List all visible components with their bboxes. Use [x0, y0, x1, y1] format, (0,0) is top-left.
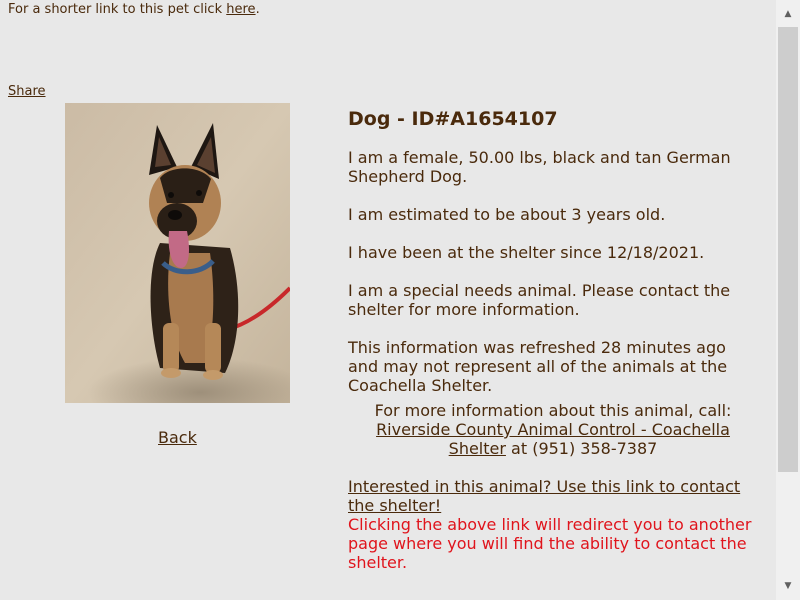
special-needs-note: I am a special needs animal. Please cont… [348, 281, 731, 319]
vertical-scrollbar[interactable]: ▲ ▼ [776, 0, 800, 600]
pet-shelter-since: I have been at the shelter since 12/18/2… [348, 243, 705, 262]
back-link[interactable]: Back [158, 428, 197, 447]
refresh-note: This information was refreshed 28 minute… [348, 338, 728, 395]
dog-photo-image [65, 103, 290, 403]
page-content: For a shorter link to this pet click her… [0, 0, 776, 600]
redirect-warning: Clicking the above link will redirect yo… [348, 515, 752, 572]
short-link-here[interactable]: here [226, 2, 255, 17]
contact-shelter-link[interactable]: Interested in this animal? Use this link… [348, 477, 758, 515]
pet-title: Dog - ID#A1654107 [348, 108, 558, 130]
short-link-line: For a shorter link to this pet click her… [8, 2, 260, 17]
pet-description: I am a female, 50.00 lbs, black and tan … [348, 148, 731, 186]
short-link-period: . [255, 2, 260, 17]
contact-block: For more information about this animal, … [348, 401, 758, 458]
pet-age: I am estimated to be about 3 years old. [348, 205, 666, 224]
scroll-up-arrow-icon[interactable]: ▲ [776, 4, 800, 24]
share-link[interactable]: Share [8, 84, 46, 99]
short-link-label: For a shorter link to this pet click [8, 2, 223, 17]
pet-photo [65, 103, 290, 403]
contact-line: Riverside County Animal Control - Coache… [348, 420, 758, 458]
scroll-down-arrow-icon[interactable]: ▼ [776, 576, 800, 596]
pet-info: Dog - ID#A1654107 I am a female, 50.00 l… [348, 106, 758, 572]
scroll-thumb[interactable] [778, 27, 798, 472]
contact-intro: For more information about this animal, … [374, 401, 732, 420]
shelter-phone: at (951) 358-7387 [511, 439, 658, 458]
